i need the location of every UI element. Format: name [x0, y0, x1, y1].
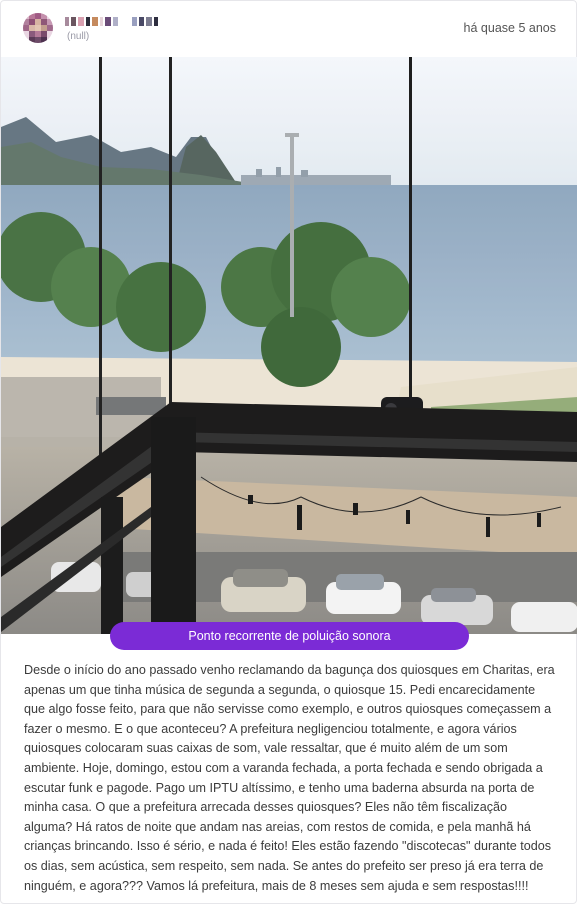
complaint-description: Desde o início do ano passado venho recl… [24, 663, 555, 893]
avatar[interactable] [23, 13, 53, 43]
post-photo[interactable] [1, 57, 577, 634]
post-timestamp: há quase 5 anos [463, 21, 556, 35]
complaint-card: (null) há quase 5 anos Ponto recorrente … [0, 0, 577, 904]
author-subtitle: (null) [67, 31, 90, 42]
author-name-redacted[interactable] [65, 15, 158, 27]
avatar-pixelated-image [23, 13, 53, 43]
post-header: (null) há quase 5 anos [1, 1, 576, 57]
balcony-view-image [1, 57, 577, 634]
category-tag[interactable]: Ponto recorrente de poluição sonora [110, 622, 469, 650]
